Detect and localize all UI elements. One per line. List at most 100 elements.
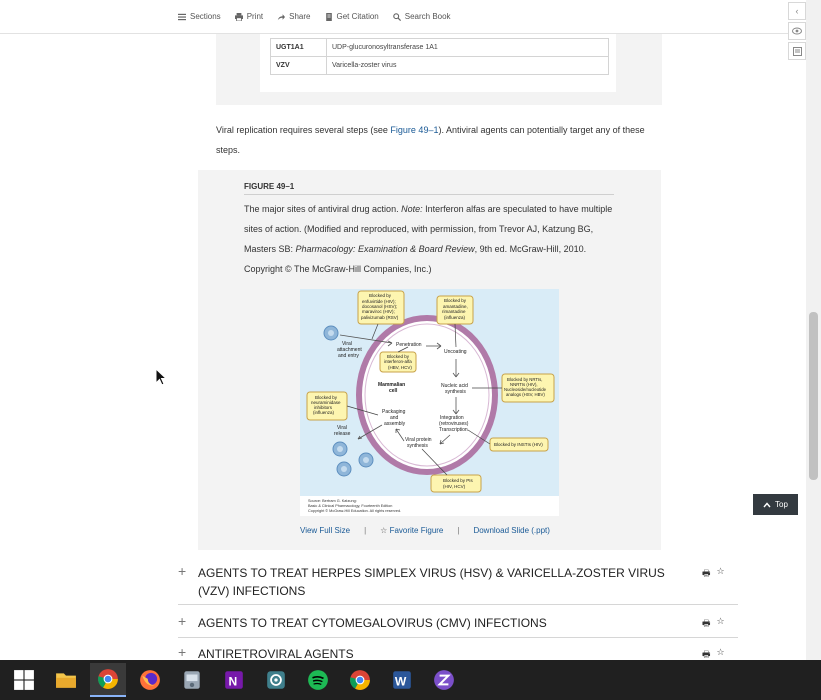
taskbar-spotify[interactable] bbox=[300, 663, 336, 697]
svg-text:Blocked byamantadine,rimantadi: Blocked by amantadine, rimantadine (influen… bbox=[442, 298, 468, 320]
page-scrollbar[interactable] bbox=[806, 0, 821, 660]
download-slide-link[interactable]: Download Slide (.ppt) bbox=[473, 526, 549, 535]
star-icon: ☆ bbox=[380, 526, 388, 535]
start-button[interactable] bbox=[6, 663, 42, 697]
list-icon bbox=[178, 13, 186, 20]
abbreviations-table: UGT1A1 UDP-glucuronosyltransferase 1A1 V… bbox=[270, 38, 609, 75]
block-box-nrti: Blocked by NRTIs, NNRTIs (HIV), Nucleoside… bbox=[501, 373, 555, 403]
word-icon: W bbox=[393, 671, 411, 689]
separator: | bbox=[457, 526, 460, 535]
body-paragraph: Viral replication requires several steps… bbox=[216, 120, 662, 160]
taskbar-app-tool[interactable] bbox=[174, 663, 210, 697]
block-box-uncoating: Blocked by amantadine, rimantadine (influen… bbox=[436, 295, 474, 325]
block-box-entry: Blocked by enfuvirtide (HIV); docosanol (H… bbox=[357, 290, 405, 325]
section-actions: 🖶 ☆ bbox=[702, 647, 725, 660]
block-box-insti: Blocked by INSTIs (HIV) bbox=[489, 437, 549, 452]
taskbar-app-purple[interactable] bbox=[426, 663, 462, 697]
expand-icon[interactable]: + bbox=[178, 614, 186, 628]
taskbar-app-gear[interactable] bbox=[258, 663, 294, 697]
section-title[interactable]: AGENTS TO TREAT HERPES SIMPLEX VIRUS (HS… bbox=[198, 564, 668, 600]
taskbar-chrome[interactable] bbox=[90, 663, 126, 697]
taskbar-onenote[interactable]: N bbox=[216, 663, 252, 697]
chrome-icon bbox=[98, 669, 118, 689]
block-box-interferon: Blocked by interferon-alfa (HBV, HCV) bbox=[379, 351, 417, 373]
star-icon[interactable]: ☆ bbox=[717, 566, 725, 582]
figure-caption: The major sites of antiviral drug action… bbox=[244, 199, 619, 279]
expand-icon[interactable]: + bbox=[178, 645, 186, 659]
search-book-label: Search Book bbox=[404, 12, 451, 21]
figure-label: FIGURE 49–1 bbox=[244, 182, 614, 195]
section-hsv-vzv[interactable]: + AGENTS TO TREAT HERPES SIMPLEX VIRUS (… bbox=[178, 564, 738, 605]
collapse-button[interactable]: ‹ bbox=[788, 2, 806, 20]
abbreviations-box: UGT1A1 UDP-glucuronosyltransferase 1A1 V… bbox=[216, 34, 662, 105]
abbr-cell: VZV bbox=[270, 56, 327, 75]
get-citation-button[interactable]: Get Citation bbox=[325, 12, 379, 21]
figure-box: FIGURE 49–1 The major sites of antiviral… bbox=[198, 170, 661, 550]
favorite-figure-label: Favorite Figure bbox=[389, 526, 444, 535]
print-button[interactable]: Print bbox=[234, 12, 264, 21]
windows-taskbar: N W bbox=[0, 660, 821, 700]
abbr-cell: UGT1A1 bbox=[270, 38, 327, 57]
chrome-icon bbox=[350, 670, 370, 690]
step-label: Uncoating bbox=[444, 349, 467, 355]
caption-note: Note: bbox=[401, 204, 423, 214]
virus-particle bbox=[336, 461, 352, 477]
taskbar-chrome-2[interactable] bbox=[342, 663, 378, 697]
section-title[interactable]: ANTIRETROVIRAL AGENTS bbox=[198, 645, 668, 660]
taskbar-word[interactable]: W bbox=[384, 663, 420, 697]
view-full-size-link[interactable]: View Full Size bbox=[300, 526, 350, 535]
figure-actions: View Full Size | ☆ Favorite Figure | Dow… bbox=[300, 526, 580, 535]
section-cmv[interactable]: + AGENTS TO TREAT CYTOMEGALOVIRUS (CMV) … bbox=[178, 614, 738, 638]
sections-button[interactable]: Sections bbox=[178, 12, 221, 21]
expand-icon[interactable]: + bbox=[178, 564, 186, 578]
block-box-neuraminidase: Blocked by neuraminidase inhibitors (influe… bbox=[306, 391, 348, 421]
book-toolbar: Sections Print Share Get Citation Search… bbox=[0, 0, 788, 34]
print-icon[interactable]: 🖶 bbox=[702, 647, 711, 660]
antiviral-sites-diagram: Viral attachment and entry Penetration Unc… bbox=[300, 290, 559, 516]
svg-text:Blocked byinterferon-alfa(HBV,: Blocked by interferon-alfa (HBV, HCV) bbox=[384, 354, 412, 370]
print-label: Print bbox=[246, 12, 264, 21]
print-icon[interactable]: 🖶 bbox=[702, 616, 711, 632]
favorite-figure-link[interactable]: ☆ Favorite Figure bbox=[380, 526, 443, 535]
firefox-icon bbox=[140, 670, 160, 690]
caption-book-title: Pharmacology: Examination & Board Review bbox=[295, 244, 475, 254]
back-to-top-button[interactable]: Top bbox=[753, 494, 798, 515]
meaning-cell: Varicella-zoster virus bbox=[326, 56, 609, 75]
step-label: Viral attachment and entry bbox=[337, 341, 362, 359]
step-label: Viral release bbox=[334, 425, 351, 437]
meaning-cell: UDP-glucuronosyltransferase 1A1 bbox=[326, 38, 609, 57]
folder-icon bbox=[56, 673, 76, 688]
tool-app-icon bbox=[184, 671, 200, 689]
taskbar-firefox[interactable] bbox=[132, 663, 168, 697]
svg-text:Blocked by NRTIs,NNRTIs (HIV),: Blocked by NRTIs, NNRTIs (HIV), Nucleoside… bbox=[504, 377, 547, 397]
onenote-icon: N bbox=[225, 671, 243, 689]
figure-image[interactable]: Viral attachment and entry Penetration Unc… bbox=[300, 289, 559, 516]
abbreviations-table-wrap: UGT1A1 UDP-glucuronosyltransferase 1A1 V… bbox=[260, 34, 616, 92]
star-icon[interactable]: ☆ bbox=[717, 647, 725, 660]
section-actions: 🖶 ☆ bbox=[702, 566, 725, 582]
spotify-icon bbox=[308, 670, 328, 690]
print-icon[interactable]: 🖶 bbox=[702, 566, 711, 582]
star-icon[interactable]: ☆ bbox=[717, 616, 725, 632]
share-button[interactable]: Share bbox=[277, 12, 311, 21]
step-label: Nucleic acid synthesis bbox=[441, 383, 468, 395]
taskbar-file-explorer[interactable] bbox=[48, 663, 84, 697]
paragraph-text: Viral replication requires several steps… bbox=[216, 125, 391, 135]
virus-particle bbox=[332, 441, 348, 457]
step-label: Penetration bbox=[396, 342, 422, 348]
separator: | bbox=[364, 526, 367, 535]
section-title[interactable]: AGENTS TO TREAT CYTOMEGALOVIRUS (CMV) IN… bbox=[198, 614, 668, 632]
section-antiretroviral[interactable]: + ANTIRETROVIRAL AGENTS 🖶 ☆ bbox=[178, 645, 738, 660]
caption-text: The major sites of antiviral drug action… bbox=[244, 204, 402, 214]
print-icon bbox=[234, 12, 243, 21]
search-book-button[interactable]: Search Book bbox=[392, 12, 451, 21]
chevron-left-icon: ‹ bbox=[795, 6, 799, 16]
figure-link[interactable]: Figure 49–1 bbox=[390, 125, 438, 135]
section-actions: 🖶 ☆ bbox=[702, 616, 725, 632]
purple-app-icon bbox=[434, 670, 454, 690]
virus-particle bbox=[358, 452, 374, 468]
scrollbar-thumb[interactable] bbox=[809, 312, 818, 480]
back-to-top-label: Top bbox=[775, 500, 788, 509]
step-label: Viral protein synthesis bbox=[405, 437, 432, 449]
chevron-up-icon bbox=[763, 501, 771, 507]
